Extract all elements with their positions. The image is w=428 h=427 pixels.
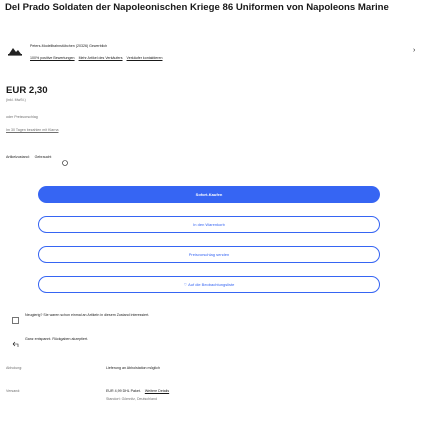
eye-icon — [12, 311, 19, 329]
watchlist-button[interactable]: ♡ Auf die Beobachtungsliste — [38, 276, 380, 293]
vat-note: (inkl. MwSt.) — [6, 98, 26, 102]
best-offer-note: oder Preisvorschlag — [6, 115, 38, 119]
pickup-value: Lieferung an Abholstation möglich — [106, 366, 160, 370]
item-location: Standort: Gömnitz, Deutschland — [106, 397, 157, 401]
seller-contact-link[interactable]: Verkäufer kontaktieren — [127, 56, 163, 60]
price: EUR 2,30 — [6, 85, 48, 96]
chevron-right-icon[interactable]: › — [413, 47, 415, 54]
buy-now-button[interactable]: Sofort-Kaufen — [38, 186, 380, 203]
shipping-label: Versand: — [6, 389, 21, 393]
popular-notice: Neugierig? Sie waren schon einmal an Art… — [25, 313, 150, 317]
seller-more-items-link[interactable]: Mehr Artikel des Verkäufers — [79, 56, 123, 60]
listing-title: Del Prado Soldaten der Napoleonischen Kr… — [5, 2, 389, 13]
condition-value: Gebraucht — [34, 155, 52, 159]
seller-feedback-link[interactable]: 100% positive Bewertungen — [30, 56, 75, 60]
seller-logo-icon[interactable] — [8, 43, 22, 61]
make-offer-button[interactable]: Preisvorschlag senden — [38, 246, 380, 263]
shipping-value: EUR 4,99 DHL Paket. Weitere Details — [106, 389, 169, 393]
seller-name[interactable]: Peters-Modellbahnstübchen (20326) Gewerb… — [30, 44, 107, 48]
pickup-label: Abholung: — [6, 366, 23, 370]
returns-notice: Ganz entspannt. Rückgaben akzeptiert. — [25, 337, 89, 341]
klarna-link[interactable]: Im 30 Tagen bezahlen mit Klarna — [6, 128, 58, 132]
shipping-price: EUR 4,99 DHL Paket. — [106, 389, 141, 393]
add-to-cart-button[interactable]: In den Warenkorb — [38, 216, 380, 233]
seller-links: 100% positive Bewertungen Mehr Artikel d… — [30, 56, 165, 60]
return-icon — [12, 335, 19, 353]
info-icon[interactable] — [62, 153, 68, 171]
shipping-details-link[interactable]: Weitere Details — [145, 389, 169, 393]
condition-row: Artikelzustand: Gebraucht — [6, 155, 51, 159]
condition-label: Artikelzustand: — [6, 155, 30, 159]
